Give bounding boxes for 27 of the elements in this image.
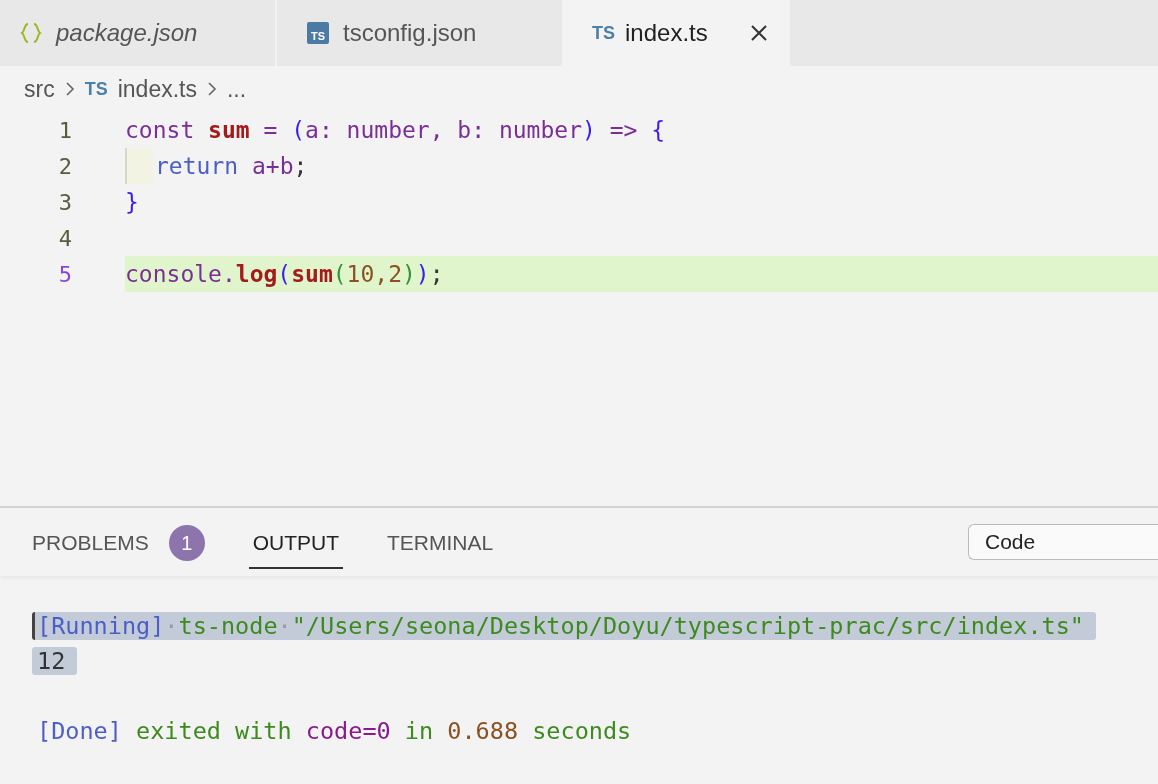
editor-tab[interactable]: TS index.ts <box>564 0 790 66</box>
typescript-file-icon: TS <box>307 22 329 44</box>
editor-tab[interactable]: package.json <box>0 0 277 66</box>
line-number: 3 <box>57 189 72 215</box>
close-icon[interactable] <box>749 24 768 42</box>
typescript-file-icon: TS <box>84 78 108 100</box>
output-channel-dropdown[interactable]: Code <box>968 524 1158 560</box>
panel-tab[interactable]: PROBLEMS 1 <box>32 515 205 569</box>
breadcrumb-item[interactable]: src <box>24 75 55 103</box>
panel-tab[interactable]: TERMINAL <box>387 515 494 569</box>
braces-icon <box>20 22 42 44</box>
line-number: 1 <box>57 117 72 143</box>
panel-tab[interactable]: OUTPUT <box>248 515 344 569</box>
count-badge: 1 <box>168 525 205 561</box>
code-line: console.log(sum(10,2)); <box>125 261 444 287</box>
code-line: return a+b; <box>155 153 308 179</box>
line-number: 4 <box>57 225 72 251</box>
chevron-right-icon <box>206 81 217 97</box>
breadcrumb-item[interactable]: index.ts <box>117 75 197 103</box>
code-line: const sum = (a: number, b: number) => { <box>125 117 666 143</box>
breadcrumb-item[interactable]: ... <box>226 75 247 103</box>
output-line: [Done] exited with code=0 in 0.688 seconds <box>36 716 633 745</box>
line-number: 5 <box>57 261 72 287</box>
chevron-right-icon <box>64 81 75 97</box>
typescript-file-icon: TS <box>592 22 615 44</box>
code-line: } <box>125 189 139 215</box>
line-number: 2 <box>57 153 72 179</box>
